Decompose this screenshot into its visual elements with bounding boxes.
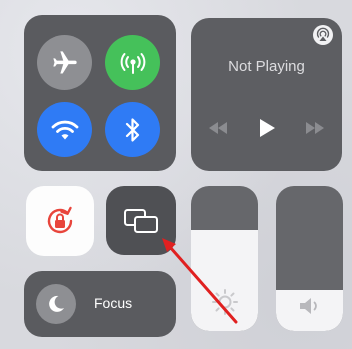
bluetooth-button[interactable] — [105, 102, 160, 157]
brightness-slider[interactable] — [191, 186, 258, 331]
cellular-antenna-icon — [120, 52, 145, 74]
media-controls — [191, 118, 342, 143]
wifi-button[interactable] — [37, 102, 92, 157]
moon-icon — [49, 295, 64, 312]
fast-forward-button[interactable] — [304, 121, 326, 140]
play-icon — [259, 119, 275, 137]
speaker-icon — [299, 298, 317, 314]
airplay-icon — [313, 25, 333, 45]
wifi-icon — [51, 120, 78, 139]
fast-forward-icon — [306, 122, 324, 134]
bluetooth-icon — [125, 117, 139, 142]
rewind-button[interactable] — [207, 121, 229, 140]
rewind-icon — [209, 122, 227, 134]
screen-mirroring-button[interactable] — [106, 186, 176, 255]
play-button[interactable] — [258, 118, 276, 143]
connectivity-module — [24, 15, 176, 171]
screen-mirroring-icon — [124, 208, 158, 233]
airplane-mode-button[interactable] — [37, 35, 92, 90]
focus-button[interactable]: Focus — [24, 271, 176, 337]
now-playing-module[interactable]: Not Playing — [191, 18, 342, 171]
airplay-button[interactable] — [312, 24, 334, 51]
focus-label: Focus — [94, 295, 133, 311]
volume-slider[interactable] — [276, 186, 343, 331]
rotation-lock-button[interactable] — [26, 186, 94, 256]
sun-icon — [211, 289, 238, 315]
airplane-icon — [52, 50, 77, 73]
cellular-data-button[interactable] — [105, 35, 160, 90]
now-playing-status: Not Playing — [228, 58, 305, 75]
rotation-lock-icon — [47, 206, 73, 234]
